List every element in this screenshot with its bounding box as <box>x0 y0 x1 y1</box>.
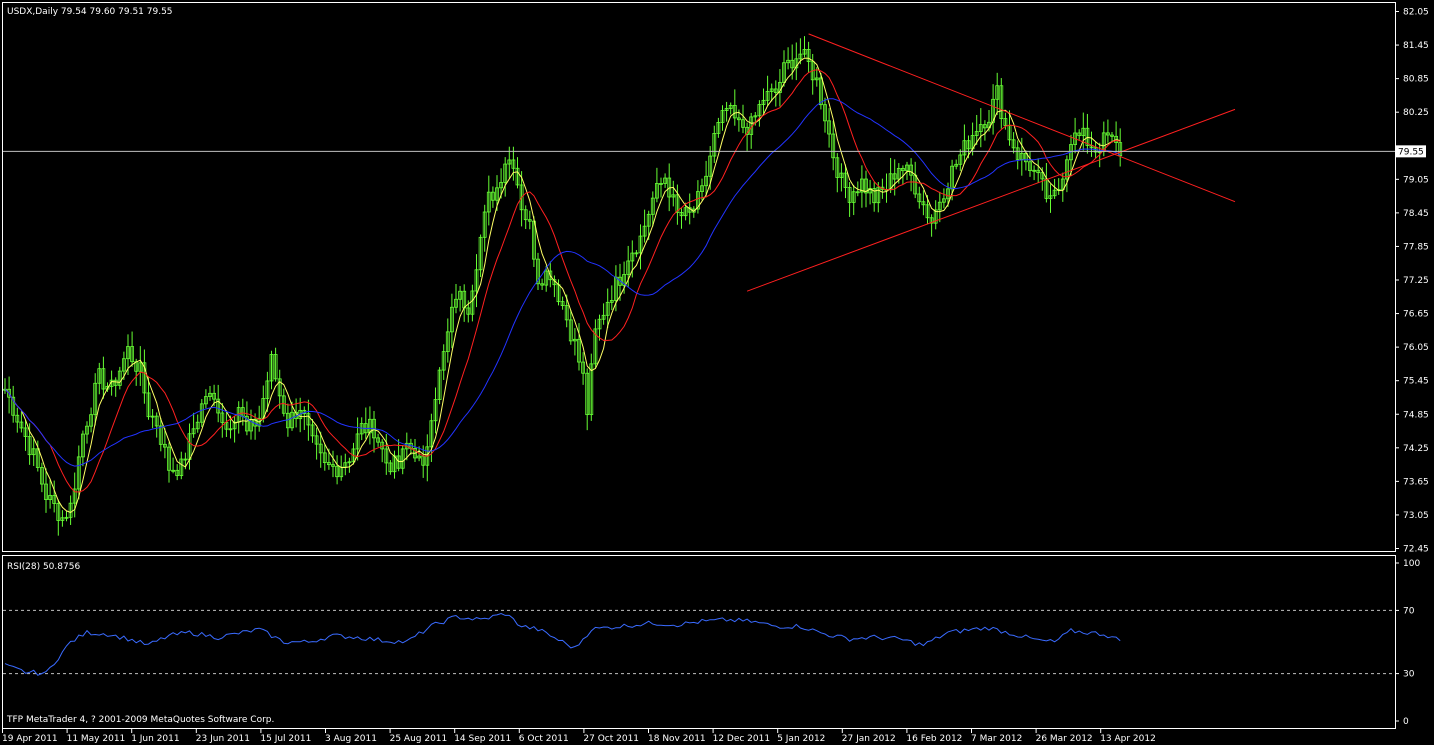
price-tick-label: 73.05 <box>1403 511 1429 521</box>
rsi-tick-label: 70 <box>1403 606 1415 616</box>
price-tick-label: 77.85 <box>1403 242 1429 252</box>
time-tick-label: 18 Nov 2011 <box>648 734 706 744</box>
time-tick-label: 27 Oct 2011 <box>583 734 639 744</box>
price-tick-label: 74.25 <box>1403 444 1429 454</box>
time-tick-label: 13 Apr 2012 <box>1100 734 1156 744</box>
chart-background <box>0 0 1434 745</box>
time-tick-label: 11 May 2011 <box>67 734 126 744</box>
price-tick-label: 80.85 <box>1403 75 1429 85</box>
symbol-header: USDX,Daily 79.54 79.60 79.51 79.55 <box>7 7 173 17</box>
price-tick-label: 82.05 <box>1403 8 1429 18</box>
time-tick-label: 12 Dec 2011 <box>713 734 771 744</box>
time-tick-label: 3 Aug 2011 <box>325 734 377 744</box>
rsi-tick-label: 100 <box>1403 559 1420 569</box>
time-tick-label: 26 Mar 2012 <box>1036 734 1093 744</box>
time-tick-label: 6 Oct 2011 <box>519 734 569 744</box>
copyright-footer: TFP MetaTrader 4, ? 2001-2009 MetaQuotes… <box>6 715 274 725</box>
time-tick-label: 5 Jan 2012 <box>777 734 825 744</box>
current-price-label: 79.55 <box>1398 147 1424 157</box>
price-tick-label: 76.05 <box>1403 343 1429 353</box>
price-tick-label: 72.45 <box>1403 545 1429 555</box>
time-tick-label: 27 Jan 2012 <box>842 734 896 744</box>
time-tick-label: 23 Jun 2011 <box>196 734 250 744</box>
rsi-tick-label: 0 <box>1403 717 1409 727</box>
price-tick-label: 75.45 <box>1403 377 1429 387</box>
time-tick-label: 16 Feb 2012 <box>906 734 962 744</box>
price-tick-label: 81.45 <box>1403 41 1429 51</box>
price-tick-label: 76.65 <box>1403 310 1429 320</box>
time-tick-label: 14 Sep 2011 <box>454 734 511 744</box>
price-tick-label: 79.05 <box>1403 175 1429 185</box>
rsi-tick-label: 30 <box>1403 670 1415 680</box>
chart-canvas: 79.55 82.05 81.45 80.85 80.25 79.05 78.45 77.8… <box>0 0 1434 745</box>
price-tick-label: 74.85 <box>1403 410 1429 420</box>
time-tick-label: 1 Jun 2011 <box>131 734 179 744</box>
time-tick-label: 19 Apr 2011 <box>2 734 58 744</box>
price-tick-label: 80.25 <box>1403 108 1429 118</box>
rsi-header: RSI(28) 50.8756 <box>7 562 80 572</box>
time-tick-label: 15 Jul 2011 <box>260 734 311 744</box>
price-tick-label: 78.45 <box>1403 209 1429 219</box>
price-tick-label: 77.25 <box>1403 276 1429 286</box>
time-tick-label: 25 Aug 2011 <box>390 734 448 744</box>
price-tick-label: 73.65 <box>1403 477 1429 487</box>
time-tick-label: 7 Mar 2012 <box>971 734 1022 744</box>
